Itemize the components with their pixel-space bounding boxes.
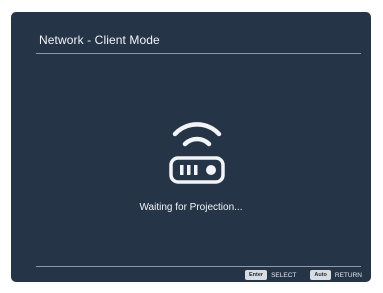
enter-key-badge[interactable]: Enter	[245, 270, 268, 280]
return-hint-label: RETURN	[334, 271, 362, 279]
page-title: Network - Client Mode	[39, 33, 160, 47]
footer-hints: Enter SELECT Auto RETURN	[245, 270, 362, 280]
header-divider	[36, 53, 361, 54]
projector-osd-screen: Network - Client Mode Waiting for Projec…	[11, 12, 371, 282]
status-message: Waiting for Projection...	[139, 202, 243, 213]
footer-divider	[36, 266, 361, 267]
select-hint-label: SELECT	[271, 271, 297, 279]
wifi-router-icon	[165, 120, 229, 186]
auto-key-badge[interactable]: Auto	[310, 270, 331, 280]
